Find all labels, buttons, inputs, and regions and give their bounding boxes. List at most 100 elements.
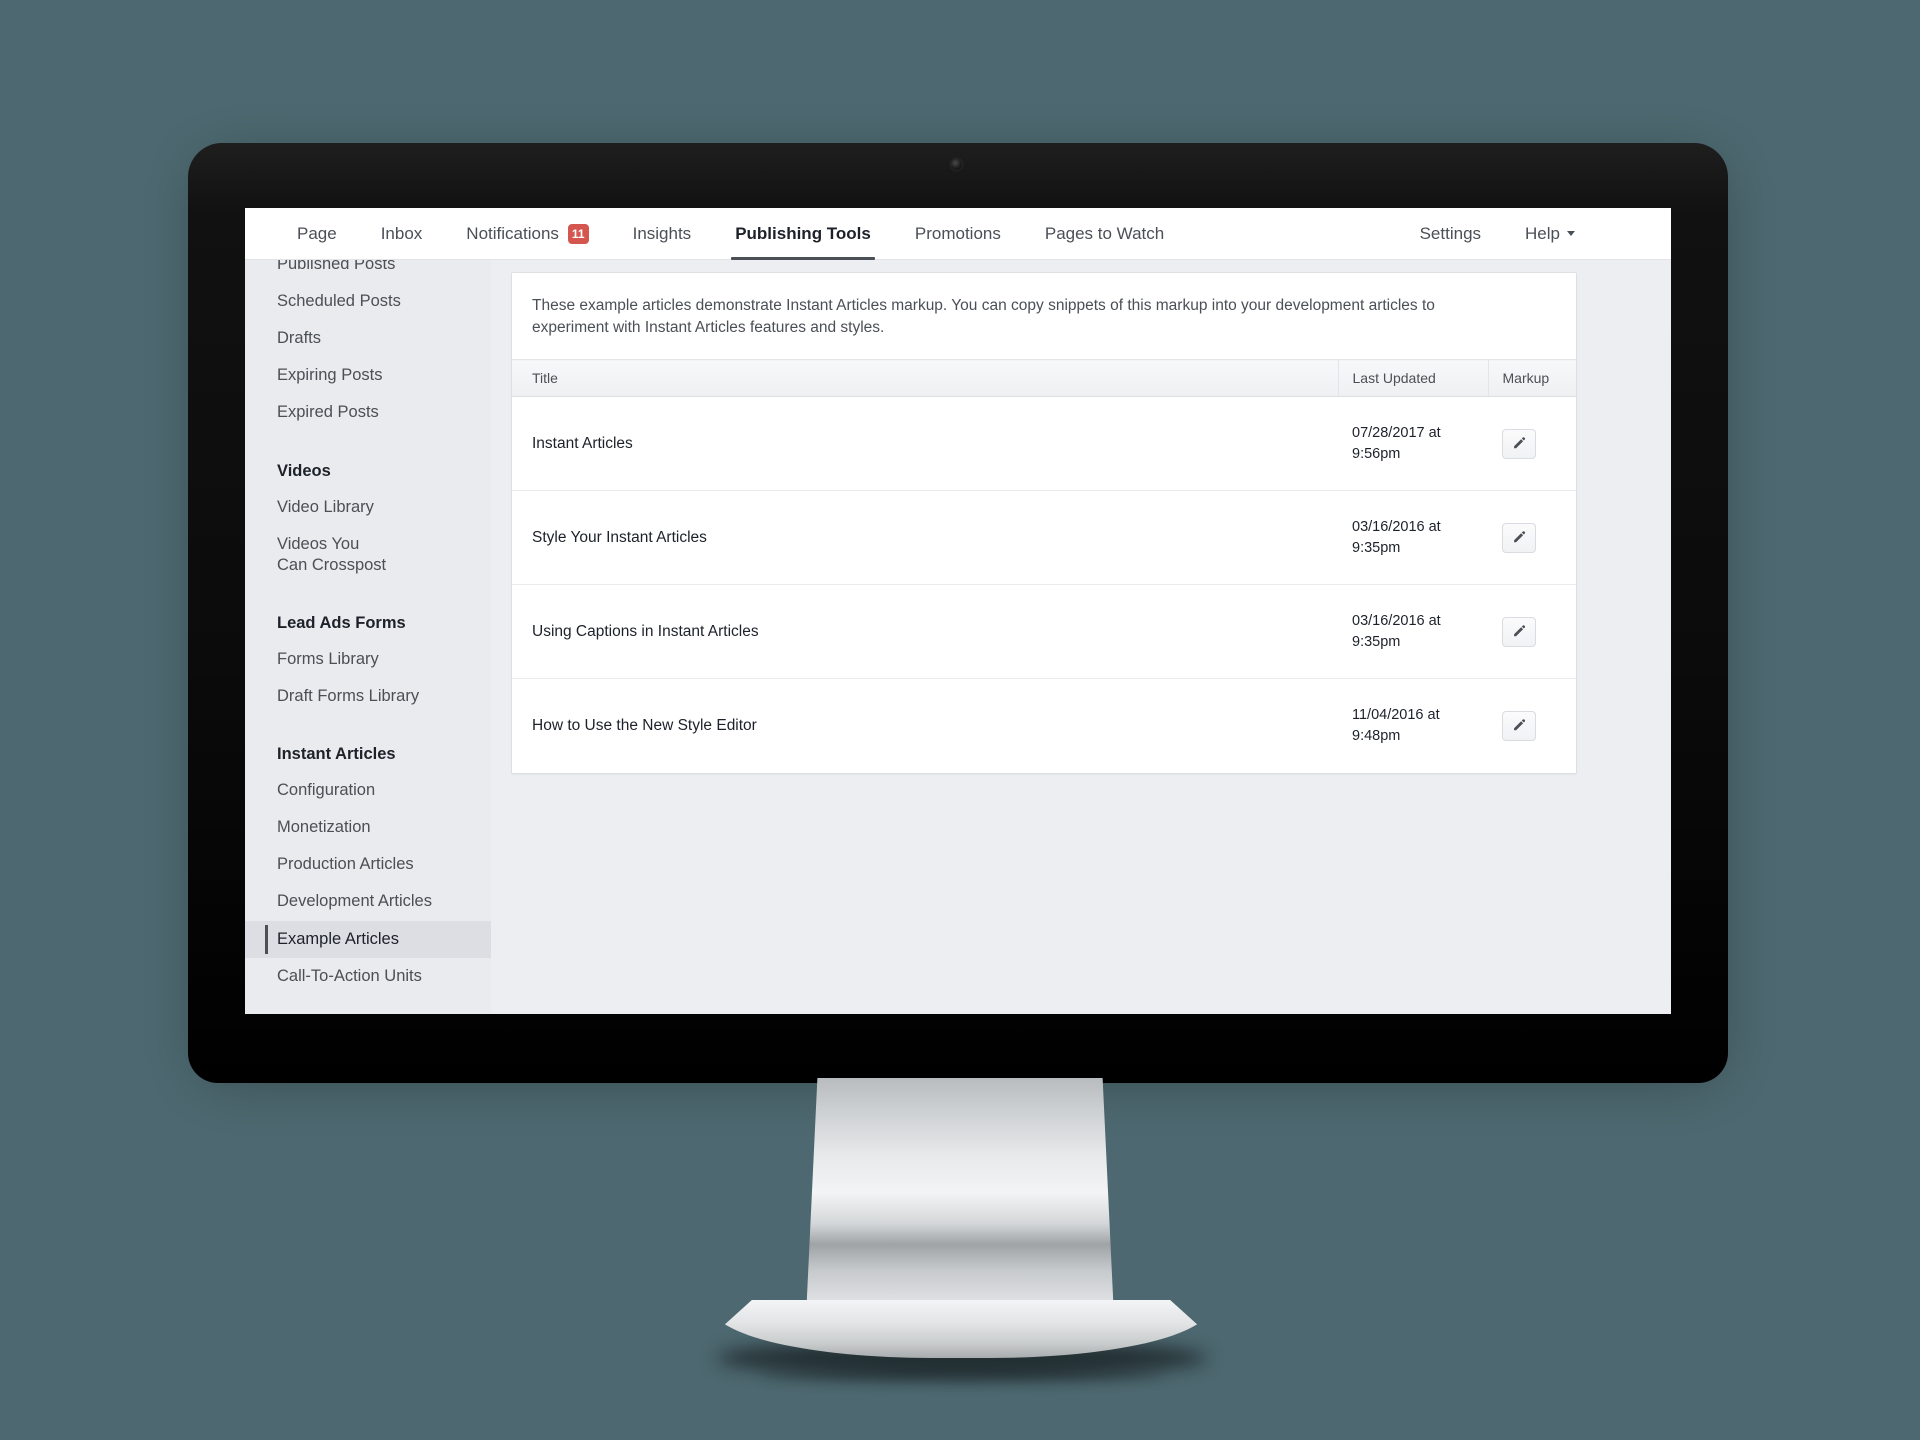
- sidebar-heading-lead-ads-forms: Lead Ads Forms: [277, 613, 406, 632]
- sidebar-item-monetization[interactable]: Monetization: [245, 809, 491, 846]
- edit-markup-button[interactable]: [1502, 711, 1536, 742]
- sidebar-item-label: Published Posts: [277, 260, 396, 273]
- sidebar-divider: [245, 432, 491, 446]
- article-markup-cell: [1488, 490, 1576, 586]
- nav-tab-label: Page: [297, 223, 337, 243]
- article-title: How to Use the New Style Editor: [532, 717, 757, 735]
- column-header-markup[interactable]: Markup: [1487, 359, 1576, 397]
- table-row[interactable]: Instant Articles 07/28/2017 at 9:56pm: [512, 396, 1576, 492]
- article-last-updated: 03/16/2016 at 9:35pm: [1338, 584, 1488, 680]
- pencil-icon: [1511, 718, 1527, 734]
- monitor-stand-neck: [805, 1078, 1115, 1338]
- sidebar-item-published-posts[interactable]: Published Posts: [245, 260, 491, 283]
- pencil-icon: [1511, 624, 1527, 640]
- nav-secondary-items: Settings Help: [1398, 208, 1671, 260]
- nav-tab-settings[interactable]: Settings: [1398, 208, 1503, 260]
- sidebar-item-label: Call-To-Action Units: [277, 966, 422, 985]
- article-last-updated: 07/28/2017 at 9:56pm: [1338, 396, 1488, 492]
- sidebar-item-expiring-posts[interactable]: Expiring Posts: [245, 357, 491, 394]
- sidebar-item-label: Expiring Posts: [277, 366, 383, 385]
- sidebar-item-label: Configuration: [277, 781, 376, 800]
- article-title: Style Your Instant Articles: [512, 490, 1338, 586]
- sidebar-heading-videos: Videos: [277, 461, 331, 480]
- example-articles-card: These example articles demonstrate Insta…: [511, 272, 1577, 774]
- sidebar-divider: [245, 715, 491, 729]
- monitor-screen: Page Inbox Notifications 11 Insights Pub…: [245, 208, 1671, 1014]
- table-row[interactable]: Using Captions in Instant Articles 03/16…: [512, 584, 1576, 680]
- table-body: Instant Articles 07/28/2017 at 9:56pm St…: [512, 396, 1576, 773]
- sidebar-item-configuration[interactable]: Configuration: [245, 772, 491, 809]
- sidebar-item-label: Draft Forms Library: [277, 686, 420, 705]
- column-header-title[interactable]: Title: [512, 359, 1338, 397]
- sidebar-item-scheduled-posts[interactable]: Scheduled Posts: [245, 283, 491, 320]
- table-row[interactable]: How to Use the New Style Editor 11/04/20…: [512, 679, 1576, 773]
- top-navigation-bar: Page Inbox Notifications 11 Insights Pub…: [245, 208, 1671, 260]
- nav-tab-pages-to-watch[interactable]: Pages to Watch: [1023, 208, 1186, 260]
- nav-primary-items: Page Inbox Notifications 11 Insights Pub…: [245, 208, 1186, 260]
- sidebar-item-label: Forms Library: [277, 649, 379, 668]
- workspace: Published Posts Scheduled Posts Drafts E…: [245, 260, 1671, 1014]
- sidebar-item-example-articles[interactable]: Example Articles: [245, 920, 491, 958]
- table-row[interactable]: Style Your Instant Articles 03/16/2016 a…: [512, 490, 1576, 586]
- chevron-down-icon: [1567, 231, 1575, 236]
- left-sidebar[interactable]: Published Posts Scheduled Posts Drafts E…: [245, 260, 491, 1014]
- nav-tab-help[interactable]: Help: [1503, 208, 1597, 260]
- sidebar-item-label: Production Articles: [277, 855, 414, 874]
- nav-tab-label: Publishing Tools: [735, 223, 871, 243]
- article-last-updated: 03/16/2016 at 9:35pm: [1338, 490, 1488, 586]
- example-articles-table: Title Last Updated Markup Instant Articl…: [512, 359, 1576, 773]
- sidebar-item-label: Expired Posts: [277, 403, 379, 422]
- nav-tab-label: Inbox: [380, 223, 423, 243]
- table-header-row: Title Last Updated Markup: [512, 359, 1576, 397]
- article-markup-cell: [1488, 584, 1576, 680]
- sidebar-heading-instant-articles: Instant Articles: [277, 745, 396, 764]
- sidebar-item-label: Drafts: [277, 329, 322, 348]
- sidebar-item-call-to-action-units[interactable]: Call-To-Action Units: [245, 958, 491, 995]
- nav-tab-promotions[interactable]: Promotions: [893, 208, 1023, 260]
- nav-tab-publishing-tools[interactable]: Publishing Tools: [713, 208, 893, 260]
- table-header: Title Last Updated Markup: [512, 359, 1576, 397]
- edit-markup-button[interactable]: [1502, 522, 1536, 553]
- sidebar-scroll-content: Published Posts Scheduled Posts Drafts E…: [245, 260, 491, 995]
- nav-tab-label: Settings: [1419, 223, 1482, 243]
- nav-tab-label: Insights: [632, 223, 692, 243]
- sidebar-item-expired-posts[interactable]: Expired Posts: [245, 394, 491, 431]
- article-title: Instant Articles: [512, 396, 1338, 492]
- nav-tab-insights[interactable]: Insights: [611, 208, 714, 260]
- main-content: These example articles demonstrate Insta…: [491, 260, 1671, 1014]
- sidebar-item-label: Monetization: [277, 818, 371, 837]
- stand-shadow-soft: [760, 1368, 1164, 1382]
- nav-tab-label: Pages to Watch: [1044, 223, 1165, 243]
- sidebar-item-label: Videos You Can Crosspost: [277, 534, 387, 574]
- nav-tab-label: Help: [1525, 223, 1560, 243]
- article-title: Using Captions in Instant Articles: [512, 584, 1338, 680]
- sidebar-item-drafts[interactable]: Drafts: [245, 320, 491, 357]
- screenshot-scene: Page Inbox Notifications 11 Insights Pub…: [0, 0, 1920, 1440]
- pencil-icon: [1511, 530, 1527, 546]
- card-description: These example articles demonstrate Insta…: [532, 297, 1435, 336]
- sidebar-item-production-articles[interactable]: Production Articles: [245, 846, 491, 883]
- sidebar-item-label: Development Articles: [277, 892, 432, 911]
- article-last-updated: 11/04/2016 at 9:48pm: [1352, 707, 1440, 745]
- sidebar-item-development-articles[interactable]: Development Articles: [245, 883, 491, 920]
- pencil-icon: [1511, 436, 1527, 452]
- sidebar-item-video-library[interactable]: Video Library: [245, 489, 491, 526]
- column-header-last-updated[interactable]: Last Updated: [1337, 359, 1488, 397]
- sidebar-item-draft-forms-library[interactable]: Draft Forms Library: [245, 678, 491, 715]
- nav-tab-label: Promotions: [914, 223, 1001, 243]
- sidebar-item-forms-library[interactable]: Forms Library: [245, 641, 491, 678]
- sidebar-divider: [245, 584, 491, 598]
- webcam-icon: [951, 159, 962, 170]
- edit-markup-button[interactable]: [1502, 616, 1536, 647]
- sidebar-item-label: Scheduled Posts: [277, 292, 401, 311]
- sidebar-item-label: Example Articles: [277, 929, 399, 948]
- article-markup-cell: [1488, 396, 1576, 492]
- edit-markup-button[interactable]: [1502, 428, 1536, 459]
- sidebar-item-videos-you-can-crosspost[interactable]: Videos You Can Crosspost: [245, 526, 405, 584]
- notifications-count-badge: 11: [567, 223, 589, 244]
- bezel-sheen: [188, 143, 1728, 213]
- nav-tab-inbox[interactable]: Inbox: [359, 208, 445, 260]
- nav-tab-page[interactable]: Page: [275, 208, 359, 260]
- sidebar-item-label: Video Library: [277, 497, 374, 516]
- nav-tab-notifications[interactable]: Notifications 11: [444, 208, 610, 260]
